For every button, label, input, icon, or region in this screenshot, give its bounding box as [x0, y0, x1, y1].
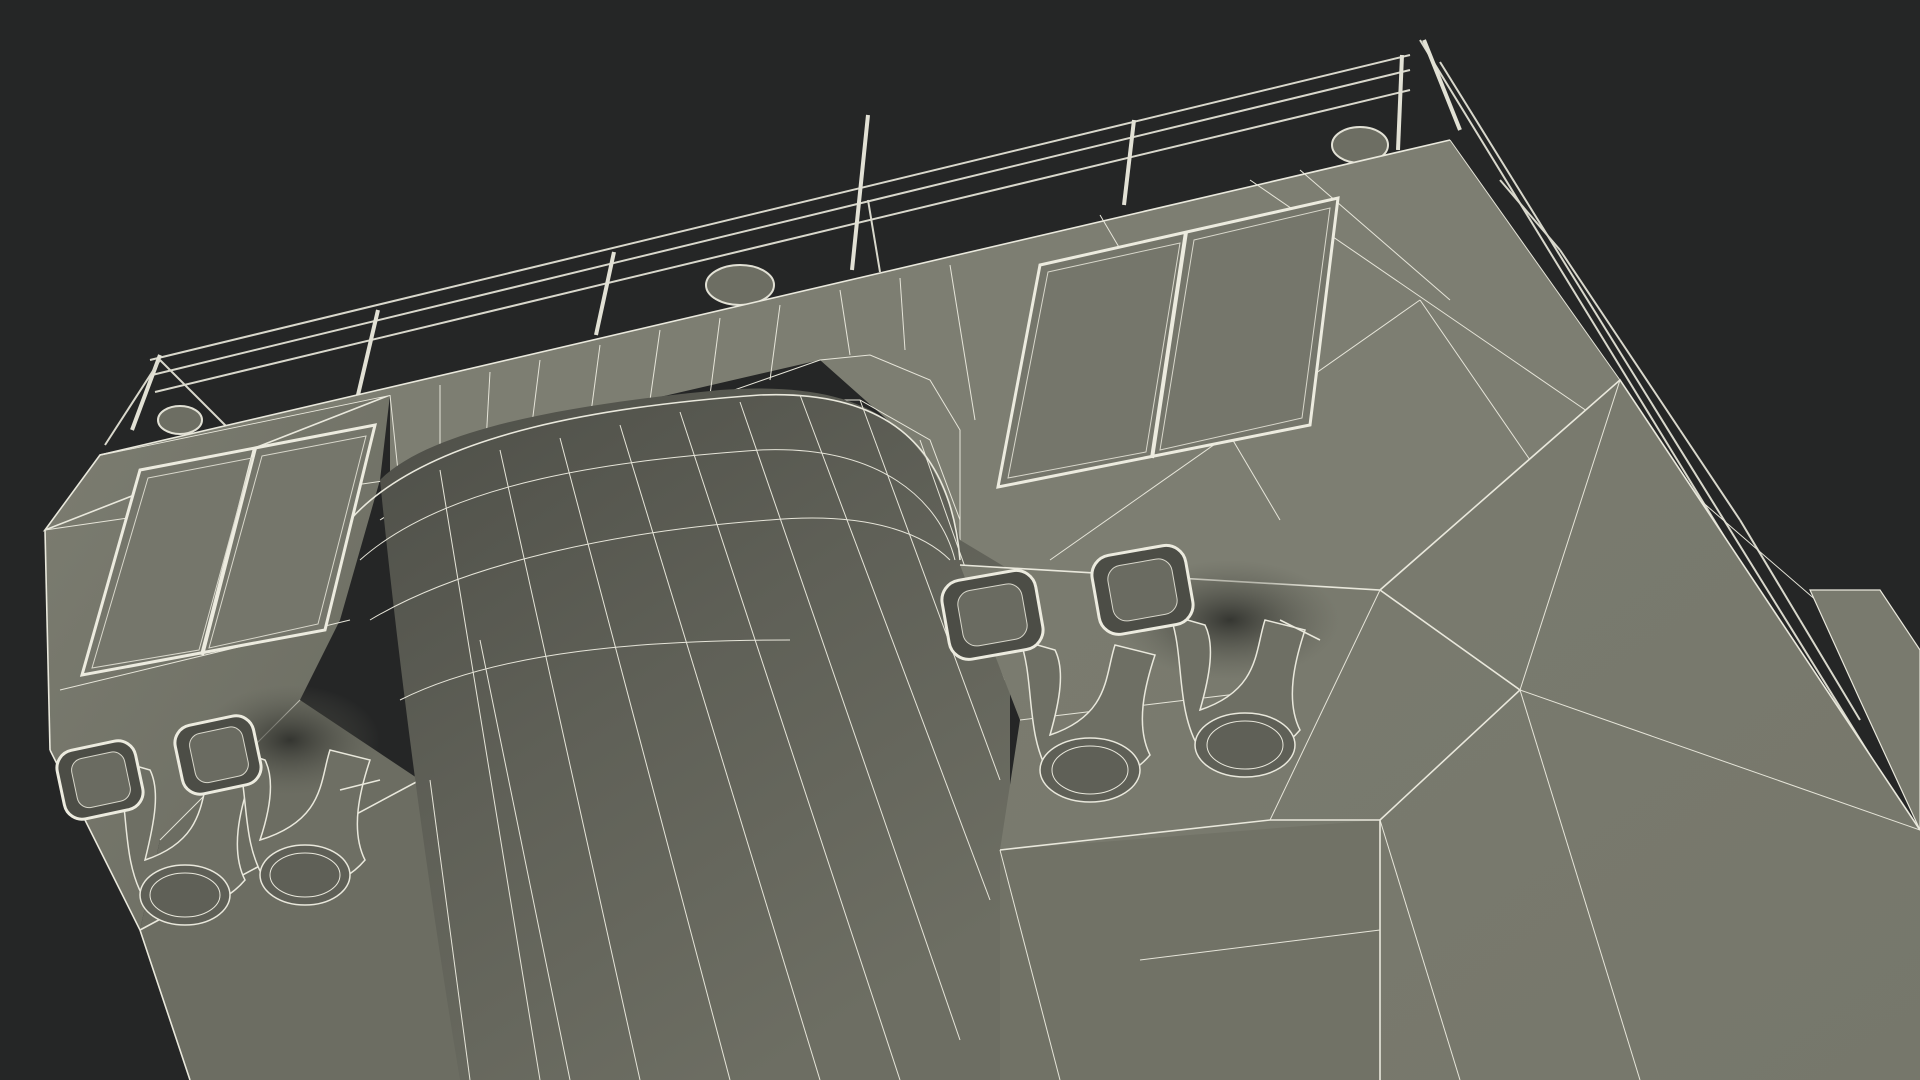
3d-viewport[interactable]: [0, 0, 1920, 1080]
flame-trench-arch: [349, 388, 1010, 1080]
wireframe-render: [42, 39, 1920, 1080]
